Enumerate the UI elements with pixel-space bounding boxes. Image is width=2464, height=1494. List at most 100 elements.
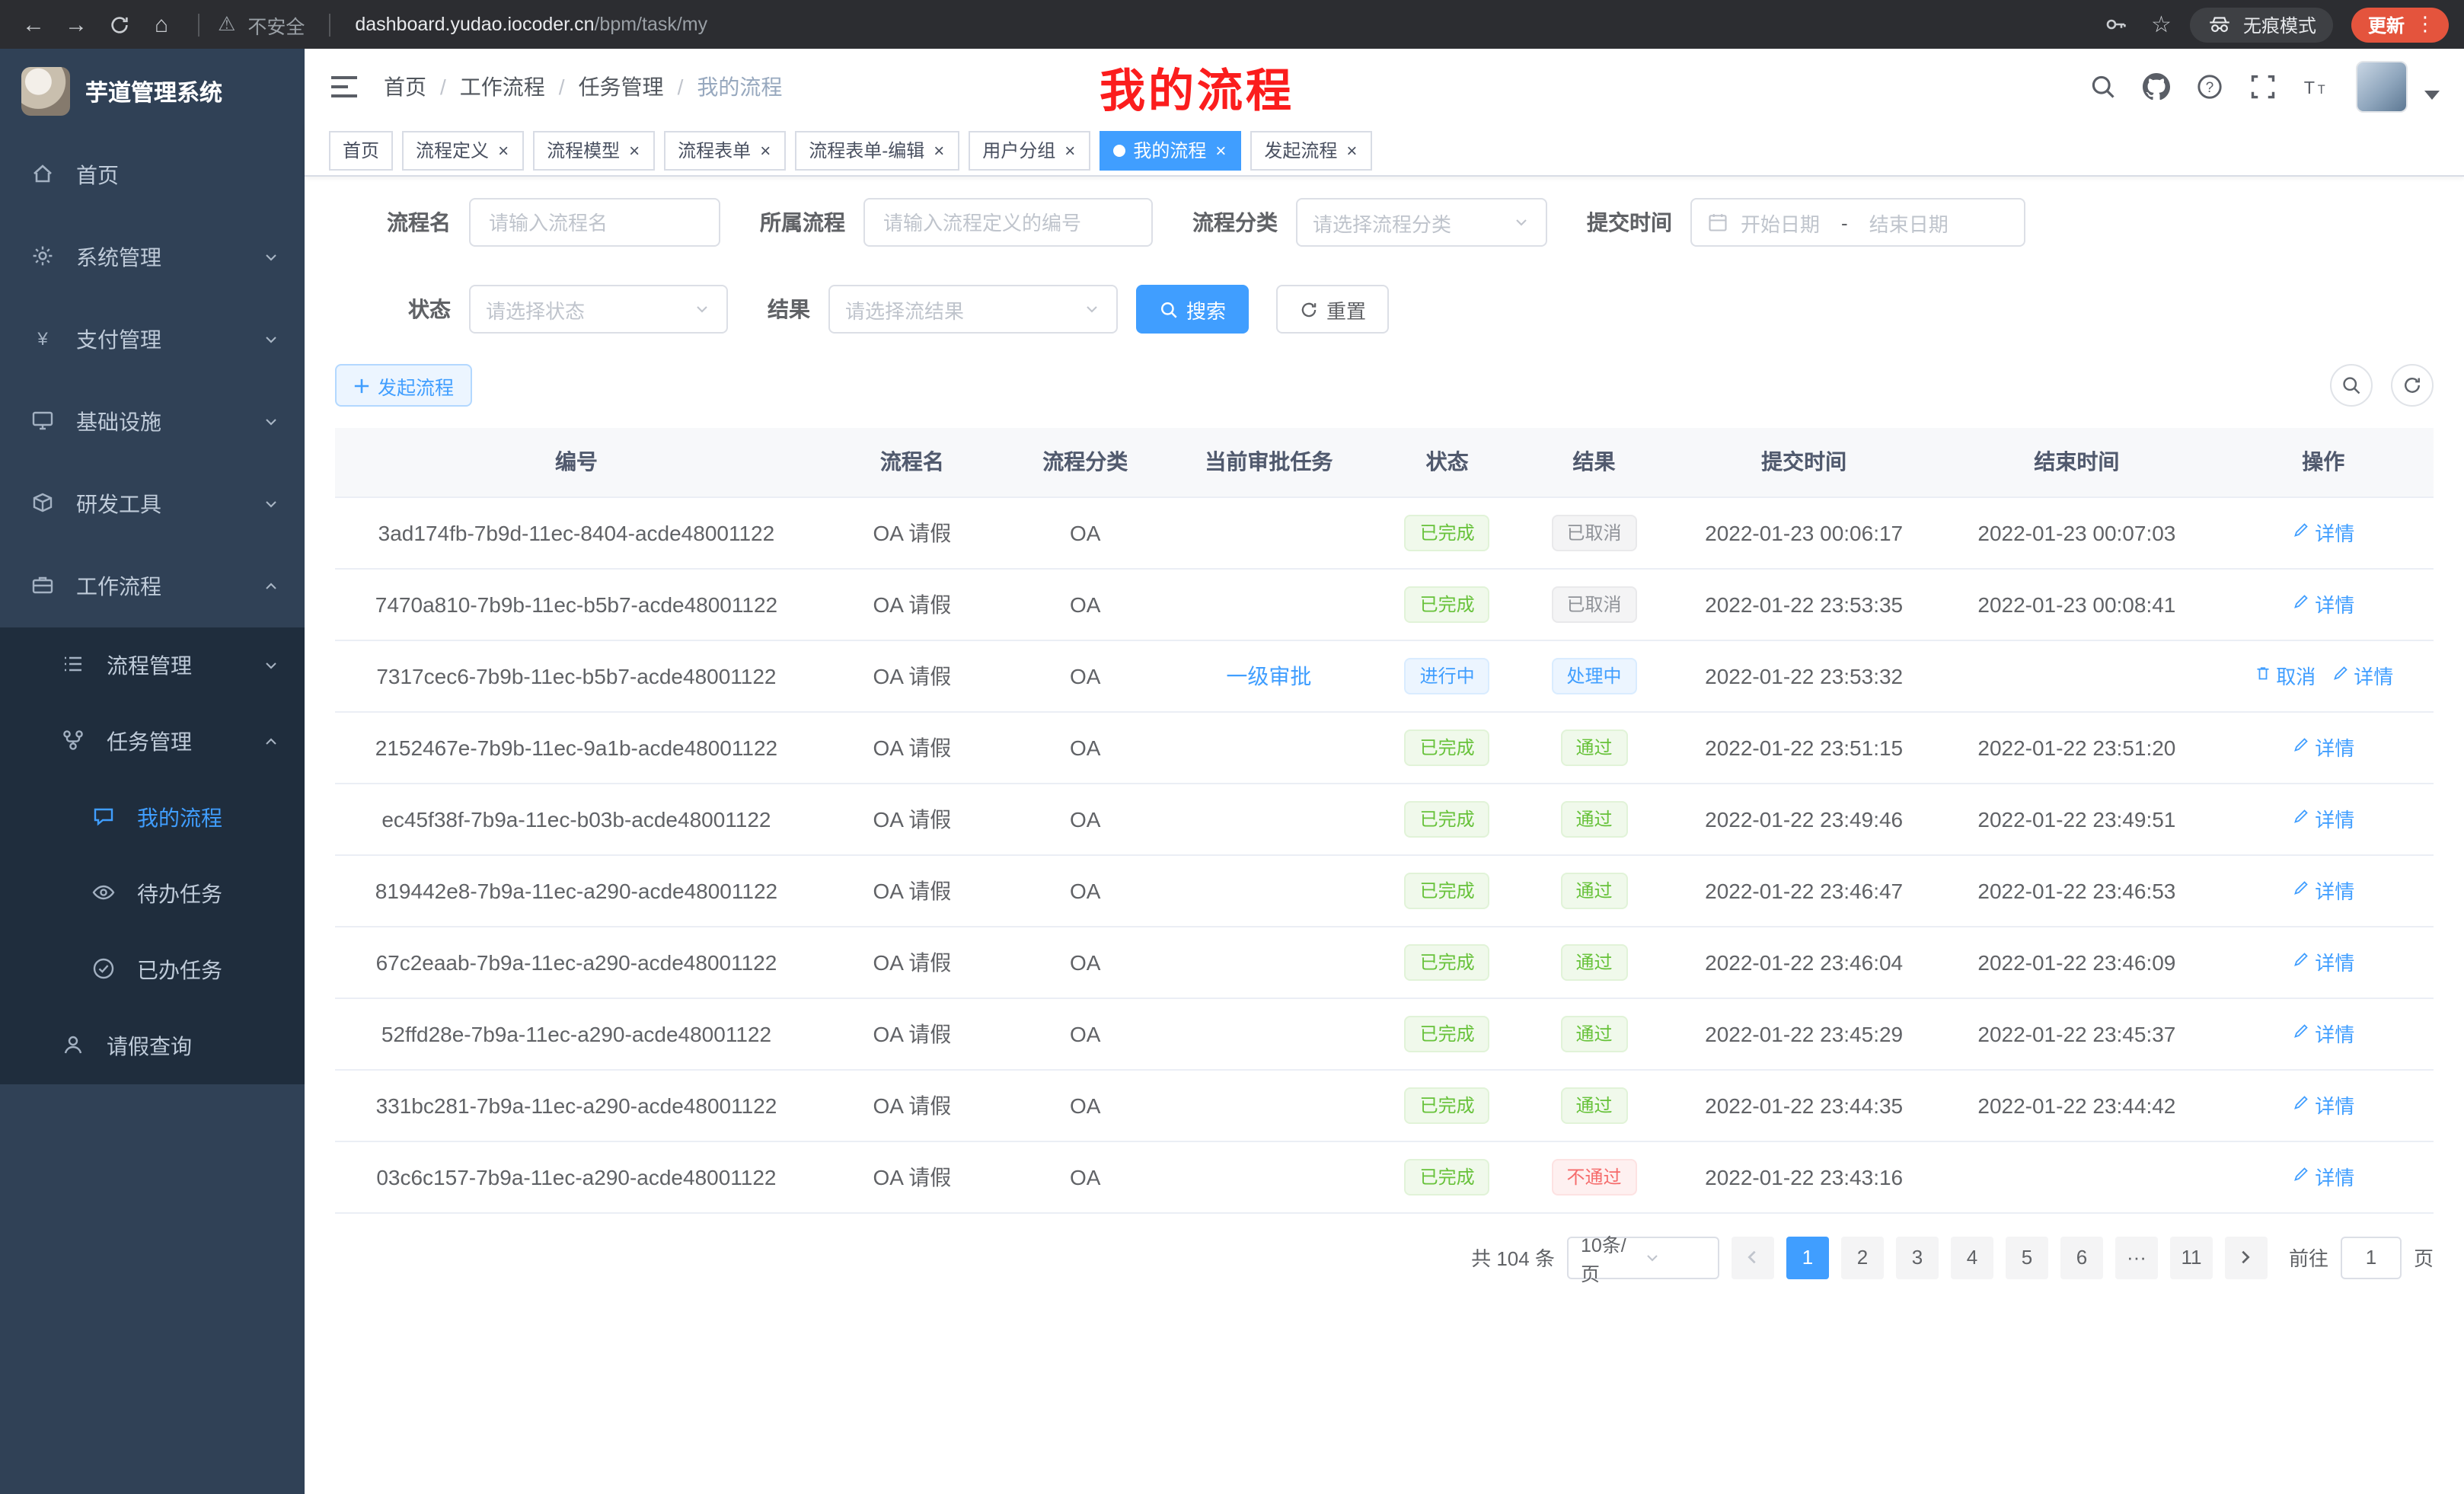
close-icon[interactable]: × — [932, 141, 946, 159]
status-select[interactable]: 请选择状态 — [469, 285, 728, 334]
close-icon[interactable]: × — [758, 141, 772, 159]
page-more-icon[interactable]: ··· — [2115, 1236, 2158, 1279]
sidebar-item[interactable]: 已办任务 — [0, 932, 305, 1008]
goto-page-input[interactable] — [2341, 1236, 2402, 1279]
page-number-button[interactable]: 6 — [2060, 1236, 2103, 1279]
detail-action-link[interactable]: 详情 — [2292, 589, 2354, 618]
cell-end-time: 2022-01-22 23:46:53 — [1940, 854, 2213, 926]
page-number-button[interactable]: 3 — [1896, 1236, 1939, 1279]
reset-button[interactable]: 重置 — [1276, 285, 1389, 334]
breadcrumb-item: 我的流程 — [697, 72, 782, 102]
user-avatar[interactable] — [2356, 61, 2408, 113]
show-search-button[interactable] — [2330, 364, 2373, 407]
sidebar-item-label: 系统管理 — [76, 242, 262, 273]
breadcrumb-item[interactable]: 工作流程 — [460, 72, 545, 102]
detail-action-link[interactable]: 详情 — [2292, 1090, 2354, 1119]
close-icon[interactable]: × — [1345, 141, 1358, 159]
page-number-button[interactable]: 1 — [1786, 1236, 1829, 1279]
hamburger-icon[interactable] — [329, 72, 359, 102]
cell-category: OA — [1007, 1069, 1164, 1141]
result-badge: 不通过 — [1552, 1158, 1637, 1195]
screen: ← → ⌂ ⚠ 不安全 dashboard.yudao.iocoder.cn/b… — [0, 0, 2464, 1494]
tab-label: 用户分组 — [982, 137, 1055, 163]
cell-actions: 详情 — [2213, 998, 2434, 1069]
start-process-button[interactable]: 发起流程 — [335, 364, 472, 407]
sidebar-item[interactable]: 我的流程 — [0, 780, 305, 856]
definition-input[interactable] — [863, 198, 1153, 247]
page-number-button[interactable]: 11 — [2170, 1236, 2213, 1279]
tab-item[interactable]: 流程表单× — [664, 130, 786, 170]
key-icon[interactable] — [2096, 6, 2133, 43]
detail-action-link[interactable]: 详情 — [2292, 1019, 2354, 1048]
category-select[interactable]: 请选择流程分类 — [1296, 198, 1547, 247]
update-button[interactable]: 更新 ⋮ — [2351, 7, 2449, 42]
cell-name: OA 请假 — [818, 640, 1007, 711]
search-icon[interactable] — [2089, 73, 2117, 101]
tab-item[interactable]: 我的流程× — [1100, 130, 1241, 170]
cell-status: 进行中 — [1374, 640, 1521, 711]
page-number-button[interactable]: 4 — [1951, 1236, 1993, 1279]
sidebar-item[interactable]: 工作流程 — [0, 545, 305, 627]
sidebar-item[interactable]: 基础设施 — [0, 381, 305, 463]
back-icon[interactable]: ← — [15, 6, 52, 43]
search-button[interactable]: 搜索 — [1136, 285, 1249, 334]
page-number-button[interactable]: 5 — [2006, 1236, 2048, 1279]
github-icon[interactable] — [2143, 73, 2170, 101]
chevron-down-icon[interactable] — [2424, 81, 2440, 93]
date-range-picker[interactable]: 开始日期 - 结束日期 — [1690, 198, 2025, 247]
logo[interactable]: 芋道管理系统 — [0, 49, 305, 134]
tab-item[interactable]: 用户分组 × — [969, 130, 1090, 170]
tab-item[interactable]: 流程定义× — [402, 130, 524, 170]
sidebar-item[interactable]: 首页 — [0, 134, 305, 216]
browser-home-icon[interactable]: ⌂ — [143, 6, 180, 43]
page-number-button[interactable]: 2 — [1841, 1236, 1884, 1279]
sidebar-item[interactable]: 请假查询 — [0, 1008, 305, 1084]
close-icon[interactable]: × — [496, 141, 510, 159]
breadcrumb-item[interactable]: 首页 — [384, 72, 426, 102]
branch-icon — [61, 728, 88, 755]
process-name-input[interactable] — [469, 198, 720, 247]
tab-item[interactable]: 流程模型× — [533, 130, 655, 170]
url-bar[interactable]: ⚠ 不安全 dashboard.yudao.iocoder.cn/bpm/tas… — [218, 10, 2090, 39]
close-icon[interactable]: × — [1214, 141, 1227, 159]
tab-item[interactable]: 发起流程× — [1250, 130, 1372, 170]
close-icon[interactable]: × — [627, 141, 641, 159]
sidebar-item[interactable]: 系统管理 — [0, 216, 305, 298]
detail-action-link[interactable]: 详情 — [2292, 804, 2354, 833]
next-page-button[interactable] — [2225, 1236, 2268, 1279]
sidebar-item[interactable]: 研发工具 — [0, 463, 305, 545]
sidebar-item[interactable]: 流程管理 — [0, 627, 305, 704]
fullscreen-icon[interactable] — [2249, 73, 2277, 101]
detail-action-link[interactable]: 详情 — [2292, 947, 2354, 976]
close-icon[interactable]: × — [1063, 141, 1077, 159]
detail-action-link[interactable]: 详情 — [2292, 876, 2354, 905]
task-link[interactable]: 一级审批 — [1226, 663, 1311, 688]
bookmark-star-icon[interactable]: ☆ — [2151, 11, 2172, 38]
sidebar-item[interactable]: 任务管理 — [0, 704, 305, 780]
menu-kebab-icon[interactable]: ⋮ — [2415, 12, 2435, 37]
page-size-select[interactable]: 10条/页 — [1567, 1236, 1719, 1279]
tab-item[interactable]: 流程表单-编辑× — [795, 130, 959, 170]
help-icon[interactable]: ? — [2196, 73, 2223, 101]
detail-action-link[interactable]: 详情 — [2292, 518, 2354, 547]
cell-task — [1164, 998, 1374, 1069]
breadcrumb-item[interactable]: 任务管理 — [579, 72, 664, 102]
sidebar-item[interactable]: ¥支付管理 — [0, 298, 305, 381]
cell-result: 通过 — [1521, 711, 1668, 783]
detail-action-link[interactable]: 详情 — [2331, 661, 2393, 690]
detail-action-link[interactable]: 详情 — [2292, 1162, 2354, 1191]
reload-icon[interactable] — [101, 6, 137, 43]
submit-time-label: 提交时间 — [1587, 207, 1672, 238]
cancel-action-link[interactable]: 取消 — [2253, 661, 2316, 690]
prev-page-button[interactable] — [1732, 1236, 1774, 1279]
sidebar-item[interactable]: 待办任务 — [0, 856, 305, 932]
font-size-icon[interactable]: TT — [2303, 73, 2330, 101]
forward-icon[interactable]: → — [58, 6, 94, 43]
result-select[interactable]: 请选择流结果 — [828, 285, 1118, 334]
svg-text:T: T — [2304, 78, 2315, 97]
detail-action-link[interactable]: 详情 — [2292, 733, 2354, 761]
tab-item[interactable]: 首页 — [329, 130, 393, 170]
status-badge: 已完成 — [1405, 1087, 1490, 1123]
refresh-button[interactable] — [2391, 364, 2434, 407]
sidebar-item-label: 待办任务 — [137, 879, 280, 909]
